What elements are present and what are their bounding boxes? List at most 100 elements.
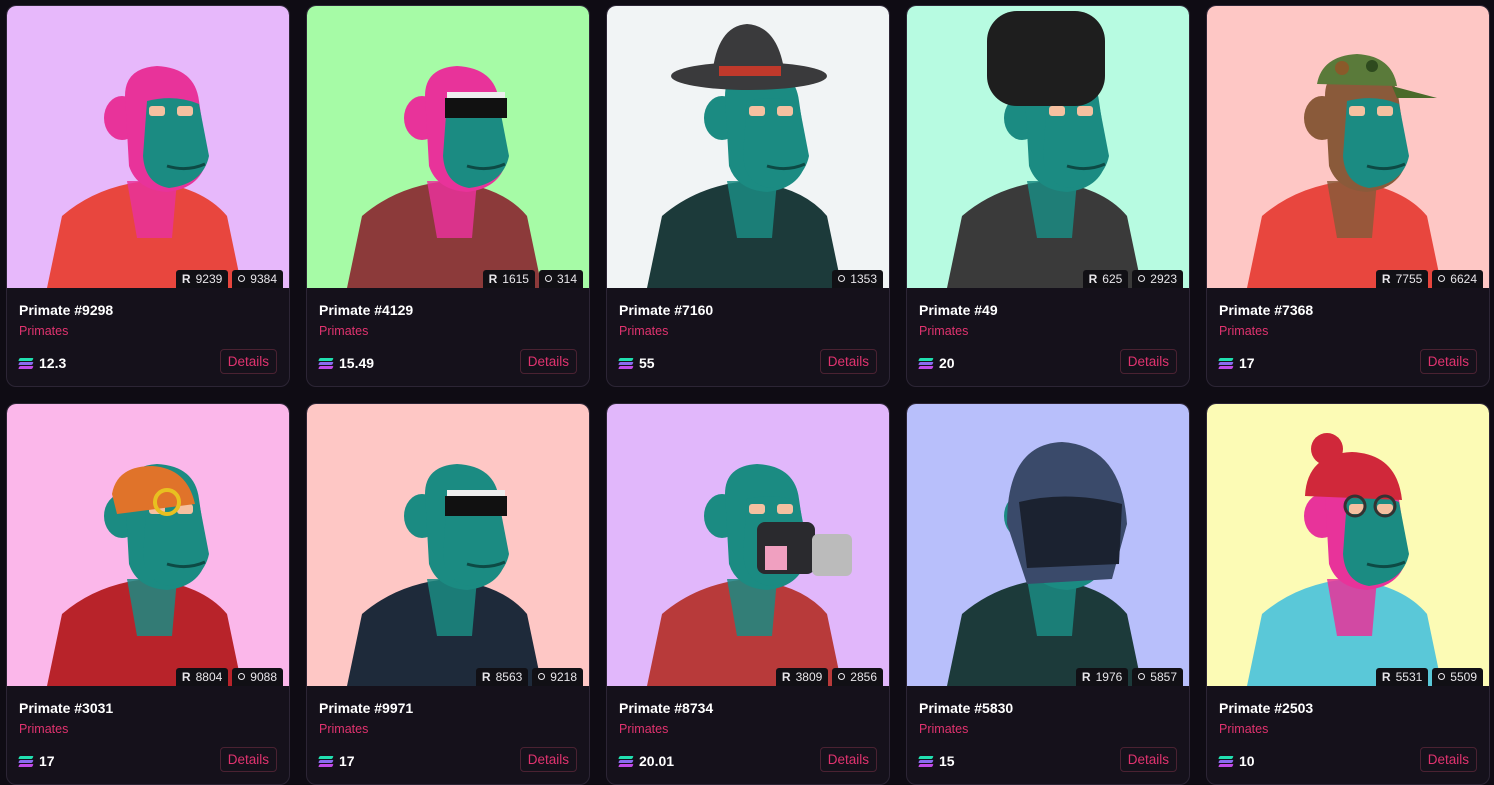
rarity-badge: R 625 xyxy=(1082,270,1129,288)
nft-name[interactable]: Primate #3031 xyxy=(19,700,113,716)
views-value: 5509 xyxy=(1450,670,1477,684)
views-ring-icon xyxy=(238,672,246,680)
rarity-r-icon: R xyxy=(1381,272,1391,286)
price: 10 xyxy=(1218,753,1255,769)
solana-icon xyxy=(918,357,934,369)
collection-link[interactable]: Primates xyxy=(1219,324,1268,338)
stats-row: R 8563 9218 xyxy=(475,668,583,686)
views-ring-icon xyxy=(838,274,846,282)
nft-card[interactable]: R 9239 9384 Primate #9298 Primates 12.3 Detail… xyxy=(6,5,290,387)
views-badge: 2856 xyxy=(832,668,883,686)
collection-link[interactable]: Primates xyxy=(319,722,368,736)
rarity-badge: R 8563 xyxy=(475,668,529,686)
solana-icon xyxy=(18,755,34,767)
nft-card[interactable]: 1353 Primate #7160 Primates 55 Details xyxy=(606,5,890,387)
solana-icon xyxy=(618,357,634,369)
nft-card[interactable]: R 5531 5509 Primate #2503 Primates 10 Details xyxy=(1206,403,1490,785)
collection-link[interactable]: Primates xyxy=(19,722,68,736)
rarity-badge: R 1976 xyxy=(1075,668,1129,686)
nft-card[interactable]: R 8804 9088 Primate #3031 Primates 17 Details xyxy=(6,403,290,785)
rarity-badge: R 9239 xyxy=(175,270,229,288)
nft-card[interactable]: R 1615 314 Primate #4129 Primates 15.49 Detail… xyxy=(306,5,590,387)
solana-icon xyxy=(18,357,34,369)
rarity-r-icon: R xyxy=(481,670,491,684)
nft-card[interactable]: R 7755 6624 Primate #7368 Primates 17 Details xyxy=(1206,5,1490,387)
stats-row: R 8804 9088 xyxy=(175,668,283,686)
details-button[interactable]: Details xyxy=(519,747,577,772)
nft-card[interactable]: R 625 2923 Primate #49 Primates 20 Details xyxy=(906,5,1190,387)
rarity-r-icon: R xyxy=(1381,670,1391,684)
nft-name[interactable]: Primate #7160 xyxy=(619,302,713,318)
collection-link[interactable]: Primates xyxy=(1219,722,1268,736)
collection-link[interactable]: Primates xyxy=(919,324,968,338)
rarity-value: 9239 xyxy=(195,272,223,286)
details-button[interactable]: Details xyxy=(1119,349,1177,374)
nft-image[interactable]: R 8563 9218 xyxy=(307,404,589,686)
details-button[interactable]: Details xyxy=(219,349,277,374)
solana-icon xyxy=(1218,357,1234,369)
nft-image[interactable]: R 5531 5509 xyxy=(1207,404,1489,686)
details-button[interactable]: Details xyxy=(819,349,877,374)
nft-image[interactable]: R 7755 6624 xyxy=(1207,6,1489,288)
details-button[interactable]: Details xyxy=(1419,747,1477,772)
nft-image[interactable]: R 8804 9088 xyxy=(7,404,289,686)
solana-icon xyxy=(918,755,934,767)
solana-icon xyxy=(1218,755,1234,767)
rarity-value: 1976 xyxy=(1095,670,1123,684)
views-ring-icon xyxy=(538,672,546,680)
price: 17 xyxy=(1218,355,1255,371)
price-value: 20 xyxy=(939,355,955,371)
nft-image[interactable]: R 9239 9384 xyxy=(7,6,289,288)
price-value: 55 xyxy=(639,355,655,371)
nft-name[interactable]: Primate #5830 xyxy=(919,700,1013,716)
nft-image[interactable]: R 625 2923 xyxy=(907,6,1189,288)
price: 20 xyxy=(918,355,955,371)
nft-name[interactable]: Primate #7368 xyxy=(1219,302,1313,318)
nft-name[interactable]: Primate #9971 xyxy=(319,700,413,716)
nft-name[interactable]: Primate #4129 xyxy=(319,302,413,318)
nft-card[interactable]: R 8563 9218 Primate #9971 Primates 17 Details xyxy=(306,403,590,785)
views-ring-icon xyxy=(1138,274,1146,282)
views-badge: 5857 xyxy=(1132,668,1183,686)
nft-card[interactable]: R 1976 5857 Primate #5830 Primates 15 Details xyxy=(906,403,1190,785)
views-badge: 5509 xyxy=(1432,668,1483,686)
nft-name[interactable]: Primate #8734 xyxy=(619,700,713,716)
nft-name[interactable]: Primate #49 xyxy=(919,302,998,318)
nft-image[interactable]: R 1976 5857 xyxy=(907,404,1189,686)
price: 20.01 xyxy=(618,753,674,769)
collection-link[interactable]: Primates xyxy=(619,324,668,338)
rarity-value: 7755 xyxy=(1395,272,1423,286)
views-value: 1353 xyxy=(850,272,877,286)
rarity-badge: R 1615 xyxy=(482,270,535,288)
nft-image[interactable]: R 3809 2856 xyxy=(607,404,889,686)
details-button[interactable]: Details xyxy=(1119,747,1177,772)
nft-name[interactable]: Primate #2503 xyxy=(1219,700,1313,716)
views-ring-icon xyxy=(544,274,552,282)
stats-row: 1353 xyxy=(832,270,883,288)
views-badge: 2923 xyxy=(1132,270,1183,288)
price-value: 12.3 xyxy=(39,355,67,371)
details-button[interactable]: Details xyxy=(219,747,277,772)
rarity-r-icon: R xyxy=(181,272,191,286)
details-button[interactable]: Details xyxy=(519,349,577,374)
rarity-r-icon: R xyxy=(781,670,791,684)
nft-image[interactable]: R 1615 314 xyxy=(307,6,589,288)
price-value: 17 xyxy=(1239,355,1255,371)
collection-link[interactable]: Primates xyxy=(919,722,968,736)
collection-link[interactable]: Primates xyxy=(619,722,668,736)
collection-link[interactable]: Primates xyxy=(319,324,368,338)
nft-name[interactable]: Primate #9298 xyxy=(19,302,113,318)
price-value: 17 xyxy=(339,753,355,769)
rarity-value: 5531 xyxy=(1395,670,1423,684)
rarity-value: 3809 xyxy=(795,670,823,684)
nft-card[interactable]: R 3809 2856 Primate #8734 Primates 20.01 Detai… xyxy=(606,403,890,785)
views-ring-icon xyxy=(1438,274,1446,282)
nft-grid: R 9239 9384 Primate #9298 Primates 12.3 Detail… xyxy=(0,0,1494,785)
rarity-badge: R 5531 xyxy=(1375,668,1429,686)
rarity-r-icon: R xyxy=(1081,670,1091,684)
details-button[interactable]: Details xyxy=(1419,349,1477,374)
details-button[interactable]: Details xyxy=(819,747,877,772)
nft-image[interactable]: 1353 xyxy=(607,6,889,288)
views-badge: 1353 xyxy=(832,270,883,288)
collection-link[interactable]: Primates xyxy=(19,324,68,338)
